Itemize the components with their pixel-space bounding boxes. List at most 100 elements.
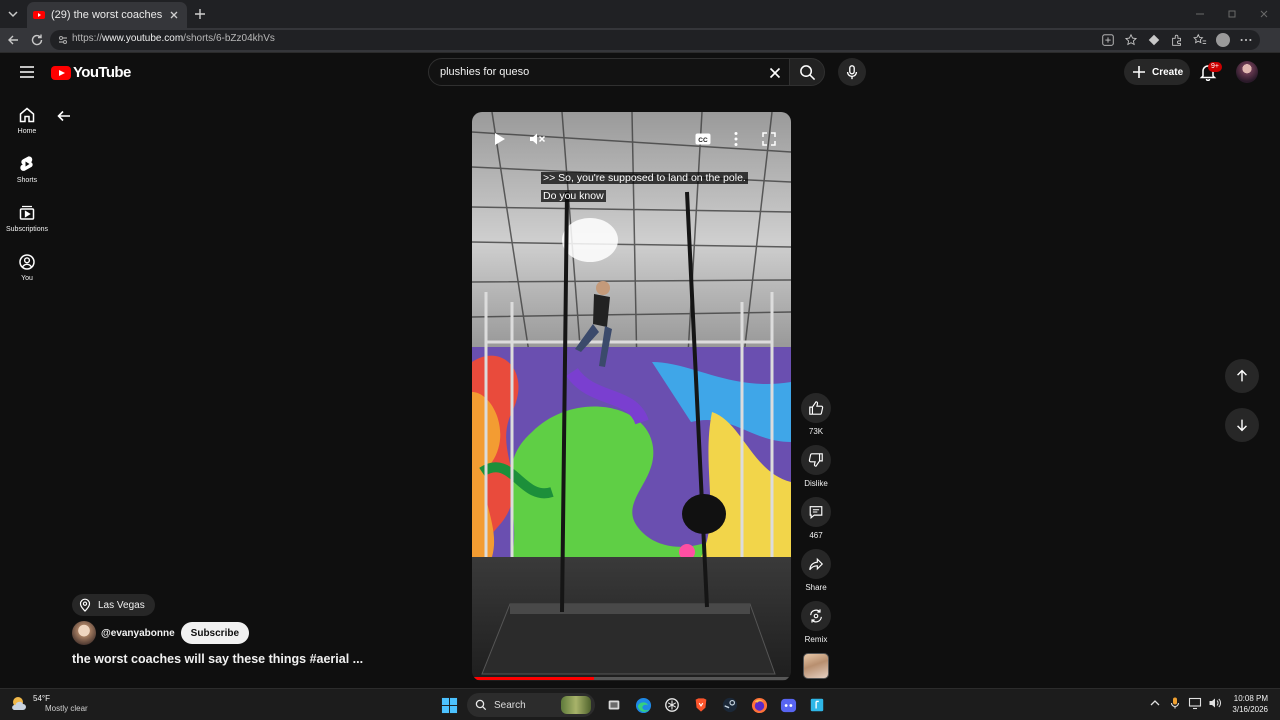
firefox-icon[interactable] — [748, 694, 770, 716]
fullscreen-icon[interactable] — [760, 130, 778, 148]
voice-search-button[interactable] — [838, 58, 866, 86]
new-tab-plus-icon[interactable] — [192, 6, 208, 22]
shorts-video-player[interactable]: CC >> So, you're supposed to land on the… — [472, 112, 791, 681]
closed-caption-text: >> So, you're supposed to land on the po… — [541, 172, 748, 202]
subscriptions-icon — [19, 205, 35, 220]
plus-icon — [1133, 66, 1145, 78]
like-count: 73K — [808, 427, 824, 436]
taskbar-search-icon — [475, 699, 487, 711]
windows-taskbar: 54°F Mostly clear Search 10:08 PM 3/16/2… — [0, 688, 1280, 720]
taskbar-search[interactable]: Search — [467, 693, 595, 717]
svg-text:CC: CC — [698, 137, 708, 144]
restore-icon[interactable] — [1216, 0, 1248, 28]
more-options-icon[interactable] — [727, 130, 745, 148]
next-short-button[interactable] — [1225, 408, 1259, 442]
browser-tab-active[interactable]: (29) the worst coaches will say these — [27, 2, 187, 28]
play-icon[interactable] — [490, 130, 508, 148]
closed-captions-icon[interactable]: CC — [694, 130, 712, 148]
location-pin-icon — [79, 598, 91, 612]
microphone-tray-icon[interactable] — [1168, 696, 1182, 710]
muted-volume-icon[interactable] — [528, 130, 546, 148]
address-bar[interactable]: https://www.youtube.com/shorts/6-bZz04kh… — [50, 30, 1260, 50]
location-chip[interactable]: Las Vegas — [72, 594, 155, 616]
profile-icon[interactable] — [1215, 32, 1231, 48]
minimize-icon[interactable] — [1184, 0, 1216, 28]
task-view-icon[interactable] — [603, 694, 625, 716]
player-controls: CC — [472, 126, 791, 150]
favorite-star-icon[interactable] — [1123, 32, 1139, 48]
shorts-icon — [20, 156, 33, 171]
home-icon — [19, 107, 35, 123]
guide-item-home[interactable]: Home — [0, 103, 54, 143]
chevron-up-icon[interactable] — [1148, 696, 1162, 710]
share-icon — [809, 557, 824, 571]
comments-button[interactable] — [801, 497, 831, 527]
search-query-text[interactable]: plushies for queso — [440, 66, 529, 78]
url-text: https://www.youtube.com/shorts/6-bZz04kh… — [72, 33, 275, 44]
microphone-icon — [846, 65, 858, 80]
reload-icon[interactable] — [29, 32, 45, 48]
close-window-icon[interactable] — [1248, 0, 1280, 28]
tab-list-chevron-icon[interactable] — [5, 6, 21, 22]
like-button[interactable] — [801, 393, 831, 423]
moon-cloud-icon — [12, 697, 26, 710]
comment-icon — [809, 506, 823, 520]
like-action: 73K — [800, 393, 832, 436]
create-button[interactable]: Create — [1124, 59, 1190, 85]
remix-icon — [810, 609, 822, 623]
app-available-icon[interactable] — [1100, 32, 1116, 48]
tab-close-icon[interactable] — [167, 8, 181, 22]
clear-search-icon[interactable] — [767, 65, 783, 81]
thumbs-down-icon — [808, 453, 823, 467]
channel-name[interactable]: @evanyabonne — [101, 628, 175, 639]
extensions-puzzle-icon[interactable] — [1169, 32, 1185, 48]
short-title[interactable]: the worst coaches will say these things … — [72, 652, 363, 666]
share-button[interactable] — [801, 549, 831, 579]
window-controls — [1184, 0, 1280, 28]
search-highlight-image — [561, 696, 591, 714]
search-button[interactable] — [789, 58, 825, 86]
search-input[interactable]: plushies for queso — [428, 58, 790, 86]
brave-browser-icon[interactable] — [690, 694, 712, 716]
youtube-play-logo-icon — [51, 65, 71, 80]
site-info-icon[interactable] — [57, 34, 69, 46]
channel-row: @evanyabonne Subscribe — [72, 621, 250, 645]
share-action: Share — [800, 549, 832, 592]
thumbs-up-icon — [809, 401, 824, 415]
favorites-icon[interactable] — [1192, 32, 1208, 48]
discord-icon[interactable] — [777, 694, 799, 716]
browser-menu-icon[interactable] — [1238, 32, 1254, 48]
dislike-action: Dislike — [800, 445, 832, 488]
youtube-logo[interactable]: YouTube — [51, 64, 131, 81]
guide-item-shorts[interactable]: Shorts — [0, 152, 54, 192]
guide-item-you[interactable]: You — [0, 250, 54, 290]
video-progress-bar[interactable] — [474, 677, 789, 680]
volume-icon[interactable] — [1208, 696, 1222, 710]
youtube-favicon-icon — [33, 11, 45, 19]
display-icon[interactable] — [1188, 696, 1202, 710]
dislike-button[interactable] — [801, 445, 831, 475]
subscribe-button[interactable]: Subscribe — [180, 622, 250, 644]
channel-avatar[interactable] — [72, 621, 96, 645]
steam-icon[interactable] — [719, 694, 741, 716]
back-nav-icon[interactable] — [5, 32, 21, 48]
back-arrow-icon[interactable] — [55, 107, 73, 125]
share-label: Share — [805, 583, 827, 592]
comment-count: 467 — [809, 531, 823, 540]
sound-thumbnail[interactable] — [803, 653, 829, 679]
extension-diamond-icon[interactable] — [1146, 32, 1162, 48]
browser-toolbar: https://www.youtube.com/shorts/6-bZz04kh… — [0, 28, 1280, 53]
weather-widget[interactable]: 54°F Mostly clear — [10, 694, 88, 714]
edge-browser-icon[interactable] — [632, 694, 654, 716]
taskbar-clock[interactable]: 10:08 PM 3/16/2026 — [1226, 693, 1268, 715]
windows-start-icon[interactable] — [438, 694, 460, 716]
chatgpt-app-icon[interactable] — [661, 694, 683, 716]
remix-label: Remix — [804, 635, 828, 644]
remix-button[interactable] — [801, 601, 831, 631]
taskbar-apps: Search — [438, 693, 835, 717]
account-avatar[interactable] — [1236, 61, 1258, 83]
guide-item-subscriptions[interactable]: Subscriptions — [0, 201, 54, 241]
previous-short-button[interactable] — [1225, 359, 1259, 393]
guide-menu-icon[interactable] — [18, 63, 36, 81]
notes-app-icon[interactable] — [806, 694, 828, 716]
